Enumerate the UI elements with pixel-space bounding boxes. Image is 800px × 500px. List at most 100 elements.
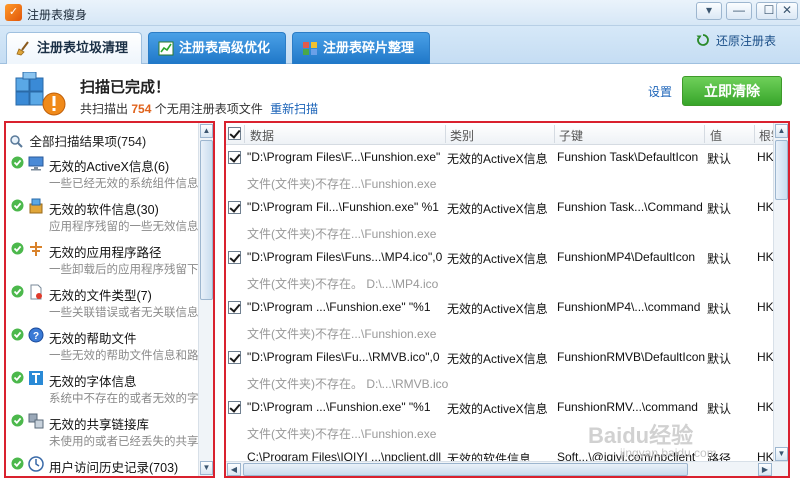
category-name: 用户访问历史记录(703)	[49, 461, 179, 475]
cell-data: "D:\Program ...\Funshion.exe" "%1	[247, 300, 431, 314]
close-button[interactable]: ✕	[776, 2, 798, 20]
registry-cubes-warning-icon	[15, 72, 66, 116]
app-path-icon	[30, 242, 42, 256]
svg-text:?: ?	[33, 331, 39, 342]
column-header-data[interactable]: 数据	[250, 127, 274, 144]
category-name: 无效的软件信息(30)	[49, 203, 159, 217]
select-all-checkbox[interactable]	[228, 127, 241, 140]
cell-data: "D:\Program ...\Funshion.exe" "%1	[247, 400, 431, 414]
cell-subkey: FunshionMP4\DefaultIcon	[557, 250, 696, 264]
table-row[interactable]: "D:\Program Fil...\Funshion.exe" %1 无效的A…	[226, 195, 774, 220]
category-item[interactable]: 无效的应用程序路径 一些卸载后的应用程序残留下	[9, 239, 199, 279]
green-check-icon	[11, 328, 24, 341]
green-check-icon	[11, 156, 24, 169]
scan-complete-title: 扫描已完成！	[80, 79, 171, 96]
row-checkbox[interactable]	[228, 251, 241, 264]
cell-category: 无效的ActiveX信息	[447, 202, 548, 216]
cell-value: 默认	[707, 252, 732, 266]
font-icon	[29, 371, 43, 385]
restore-registry-link[interactable]: 还原注册表	[696, 32, 776, 49]
monitor-icon	[28, 156, 44, 171]
table-vertical-scrollbar[interactable]: ▲ ▼	[773, 123, 788, 462]
category-description: 一些关联错误或者无关联信息	[49, 307, 199, 319]
category-description: 一些已经无效的系统组件信息	[49, 178, 199, 190]
results-table-panel: 数据 类别 子键 值 根键 "D:\Program Files\F...\Fun…	[224, 121, 790, 478]
category-item[interactable]: 无效的文件类型(7) 一些关联错误或者无关联信息	[9, 282, 199, 322]
tab-advanced-optimization[interactable]: 注册表高级优化	[148, 32, 286, 64]
chart-icon	[158, 41, 174, 56]
scrollbar-thumb[interactable]	[200, 140, 213, 300]
row-checkbox[interactable]	[228, 201, 241, 214]
category-item[interactable]: 无效的软件信息(30) 应用程序残留的一些无效信息	[9, 196, 199, 236]
minimize-button[interactable]: —	[726, 2, 752, 20]
category-item[interactable]: 无效的字体信息 系统中不存在的或者无效的字	[9, 368, 199, 408]
cell-value: 默认	[707, 152, 732, 166]
restore-label: 还原注册表	[715, 34, 776, 48]
table-row[interactable]: "D:\Program ...\Funshion.exe" "%1 无效的Act…	[226, 395, 774, 420]
table-row[interactable]: "D:\Program Files\F...\Funshion.exe" 无效的…	[226, 145, 774, 170]
green-check-icon	[11, 414, 24, 427]
table-header: 数据 类别 子键 值 根键	[226, 123, 783, 145]
clean-now-button[interactable]: 立即清除	[682, 76, 782, 106]
scroll-right-icon[interactable]: ▶	[758, 463, 772, 476]
scroll-up-icon[interactable]: ▲	[775, 124, 788, 138]
table-row[interactable]: "D:\Program Files\Funs...\MP4.ico",0 无效的…	[226, 245, 774, 270]
column-header-subkey[interactable]: 子键	[559, 127, 583, 144]
category-name: 无效的共享链接库	[49, 418, 150, 432]
restore-icon	[696, 34, 709, 46]
settings-link[interactable]: 设置	[648, 83, 672, 100]
cell-category: 无效的ActiveX信息	[447, 302, 548, 316]
scrollbar-thumb[interactable]	[775, 140, 788, 200]
row-checkbox[interactable]	[228, 351, 241, 364]
scan-summary: 共扫描出 754 个无用注册表项文件 重新扫描	[80, 100, 318, 117]
scrollbar-thumb[interactable]	[243, 463, 688, 476]
category-scrollbar[interactable]: ▲ ▼	[198, 123, 213, 476]
history-icon	[28, 456, 44, 472]
cell-root: HKEY	[757, 300, 774, 314]
category-item[interactable]: ? 无效的帮助文件 一些无效的帮助文件信息和路	[9, 325, 199, 365]
category-item[interactable]: 无效的共享链接库 未使用的或者已经丢失的共享	[9, 411, 199, 451]
category-description: 应用程序残留的一些无效信息	[49, 221, 199, 233]
summary-suffix: 个无用注册表项文件	[154, 102, 263, 116]
table-horizontal-scrollbar[interactable]: ◀ ▶	[226, 461, 788, 476]
table-row-detail: 文件(文件夹)不存在...\Funshion.exe	[226, 220, 774, 245]
scan-status-header: 扫描已完成！ 共扫描出 754 个无用注册表项文件 重新扫描 设置	[0, 64, 800, 120]
category-item[interactable]: 用户访问历史记录(703)	[9, 454, 199, 476]
cell-root: HKEY	[757, 200, 774, 214]
all-results-item[interactable]: 全部扫描结果项(754)	[9, 131, 146, 150]
scroll-left-icon[interactable]: ◀	[227, 463, 241, 476]
rescan-link[interactable]: 重新扫描	[270, 102, 318, 116]
cell-subkey: FunshionMP4\...\command	[557, 300, 701, 314]
menu-button[interactable]: ▾	[696, 2, 722, 20]
green-check-icon	[11, 457, 24, 470]
green-check-icon	[11, 242, 24, 255]
category-list: 全部扫描结果项(754) 无效的ActiveX信息(6) 一些已经无效的系统组件…	[6, 123, 199, 476]
column-header-category[interactable]: 类别	[450, 127, 474, 144]
table-row-detail: 文件(文件夹)不存在...\Funshion.exe	[226, 170, 774, 195]
column-header-value[interactable]: 值	[710, 127, 722, 144]
category-item[interactable]: 无效的ActiveX信息(6) 一些已经无效的系统组件信息	[9, 153, 199, 193]
table-body: "D:\Program Files\F...\Funshion.exe" 无效的…	[226, 145, 774, 462]
row-checkbox[interactable]	[228, 401, 241, 414]
cell-data: "D:\Program Files\Funs...\MP4.ico",0	[247, 250, 443, 264]
cell-note: 文件(文件夹)不存在。 D:\...\MP4.ico	[247, 277, 439, 291]
tab-label: 注册表垃圾清理	[37, 40, 129, 55]
magnifier-icon	[10, 135, 23, 148]
cell-note: 文件(文件夹)不存在...\Funshion.exe	[247, 327, 437, 341]
tab-registry-cleanup[interactable]: 注册表垃圾清理	[6, 32, 142, 65]
category-name: 无效的应用程序路径	[49, 246, 162, 260]
tab-defragment[interactable]: 注册表碎片整理	[292, 32, 430, 64]
row-checkbox[interactable]	[228, 151, 241, 164]
scroll-down-icon[interactable]: ▼	[200, 461, 213, 475]
cell-subkey: Funshion Task\DefaultIcon	[557, 150, 699, 164]
scroll-up-icon[interactable]: ▲	[200, 124, 213, 138]
row-checkbox[interactable]	[228, 301, 241, 314]
category-name: 无效的文件类型(7)	[49, 289, 152, 303]
table-row[interactable]: "D:\Program Files\Fu...\RMVB.ico",0 无效的A…	[226, 345, 774, 370]
category-panel: 全部扫描结果项(754) 无效的ActiveX信息(6) 一些已经无效的系统组件…	[4, 121, 215, 478]
cell-data: "D:\Program Fil...\Funshion.exe" %1	[247, 200, 439, 214]
table-row[interactable]: "D:\Program ...\Funshion.exe" "%1 无效的Act…	[226, 295, 774, 320]
cell-value: 默认	[707, 402, 732, 416]
app-logo-icon: ✓	[5, 4, 22, 21]
scroll-down-icon[interactable]: ▼	[775, 447, 788, 461]
